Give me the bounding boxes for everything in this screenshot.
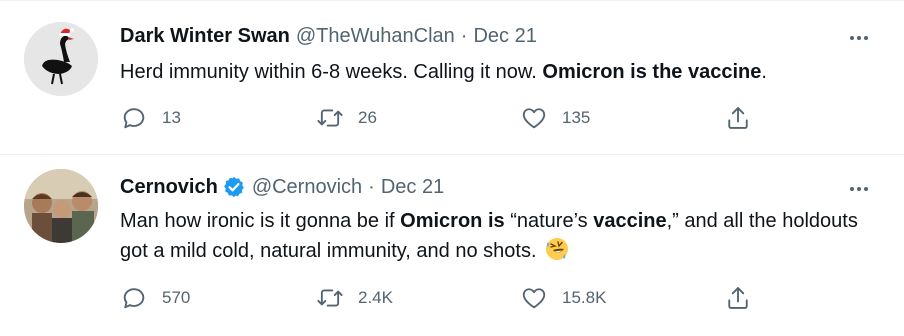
- tweet-feed: Dark Winter Swan @TheWuhanClan · Dec 21 …: [0, 0, 904, 336]
- dot-icon: [850, 187, 854, 191]
- reply-icon: [123, 288, 145, 309]
- dot-icon: [850, 36, 854, 40]
- reply-icon: [123, 108, 145, 129]
- retweet-icon: [317, 109, 343, 127]
- retweet-count: 26: [358, 108, 377, 127]
- display-name[interactable]: Cernovich: [120, 176, 218, 199]
- tweet-text: Man how ironic is it gonna be if Omicron…: [120, 206, 880, 266]
- like-button[interactable]: 15.8K: [520, 283, 606, 313]
- tweet-header: Cernovich @Cernovich · Dec 21: [120, 173, 444, 201]
- more-options-button[interactable]: [846, 28, 872, 48]
- like-count: 135: [562, 108, 591, 127]
- display-name[interactable]: Dark Winter Swan: [120, 25, 290, 48]
- dot-icon: [864, 187, 868, 191]
- reply-count: 13: [162, 108, 181, 127]
- share-icon: [728, 107, 748, 129]
- user-handle[interactable]: @TheWuhanClan: [296, 25, 455, 48]
- reply-button[interactable]: 570: [120, 283, 190, 313]
- tweet-date[interactable]: Dec 21: [381, 176, 444, 199]
- swan-avatar-icon: [24, 22, 98, 96]
- share-button[interactable]: [724, 283, 752, 313]
- tweet[interactable]: Cernovich @Cernovich · Dec 21 Man how ir…: [0, 155, 904, 336]
- text-segment: Man how ironic is it gonna be if: [120, 210, 401, 232]
- like-count: 15.8K: [562, 288, 607, 307]
- reply-count: 570: [162, 288, 191, 307]
- separator: ·: [368, 175, 375, 198]
- dot-icon: [857, 187, 861, 191]
- text-segment: “nature’s: [504, 210, 594, 232]
- text-segment: Herd immunity within 6-8 weeks. Calling …: [120, 61, 543, 83]
- text-bold-segment: vaccine: [593, 210, 667, 232]
- retweet-button[interactable]: 26: [316, 103, 377, 133]
- user-handle[interactable]: @Cernovich: [252, 176, 362, 199]
- heart-icon: [522, 288, 546, 309]
- dot-icon: [864, 36, 868, 40]
- tweet-text: Herd immunity within 6-8 weeks. Calling …: [120, 57, 880, 87]
- dot-icon: [857, 36, 861, 40]
- like-button[interactable]: 135: [520, 103, 590, 133]
- share-button[interactable]: [724, 103, 752, 133]
- tweet-actions: 13 26 135: [120, 103, 760, 133]
- retweet-button[interactable]: 2.4K: [316, 283, 393, 313]
- tweet-header: Dark Winter Swan @TheWuhanClan · Dec 21: [120, 22, 537, 50]
- avatar[interactable]: [24, 22, 98, 96]
- tweet[interactable]: Dark Winter Swan @TheWuhanClan · Dec 21 …: [0, 0, 904, 155]
- heart-icon: [522, 108, 546, 129]
- verified-badge-icon: [222, 175, 246, 199]
- group-photo-avatar-icon: [24, 169, 98, 243]
- text-bold-segment: Omicron is the vaccine: [542, 61, 762, 83]
- share-icon: [728, 287, 748, 309]
- tweet-actions: 570 2.4K 15.8K: [120, 283, 760, 313]
- rolling-on-floor-laughing-emoji-icon: [546, 238, 569, 260]
- text-segment: .: [761, 61, 767, 83]
- avatar[interactable]: [24, 169, 98, 243]
- tweet-date[interactable]: Dec 21: [473, 25, 536, 48]
- more-options-button[interactable]: [846, 179, 872, 199]
- retweet-count: 2.4K: [358, 288, 393, 307]
- separator: ·: [460, 24, 468, 47]
- retweet-icon: [317, 289, 343, 307]
- text-bold-segment: Omicron is: [400, 210, 505, 232]
- reply-button[interactable]: 13: [120, 103, 181, 133]
